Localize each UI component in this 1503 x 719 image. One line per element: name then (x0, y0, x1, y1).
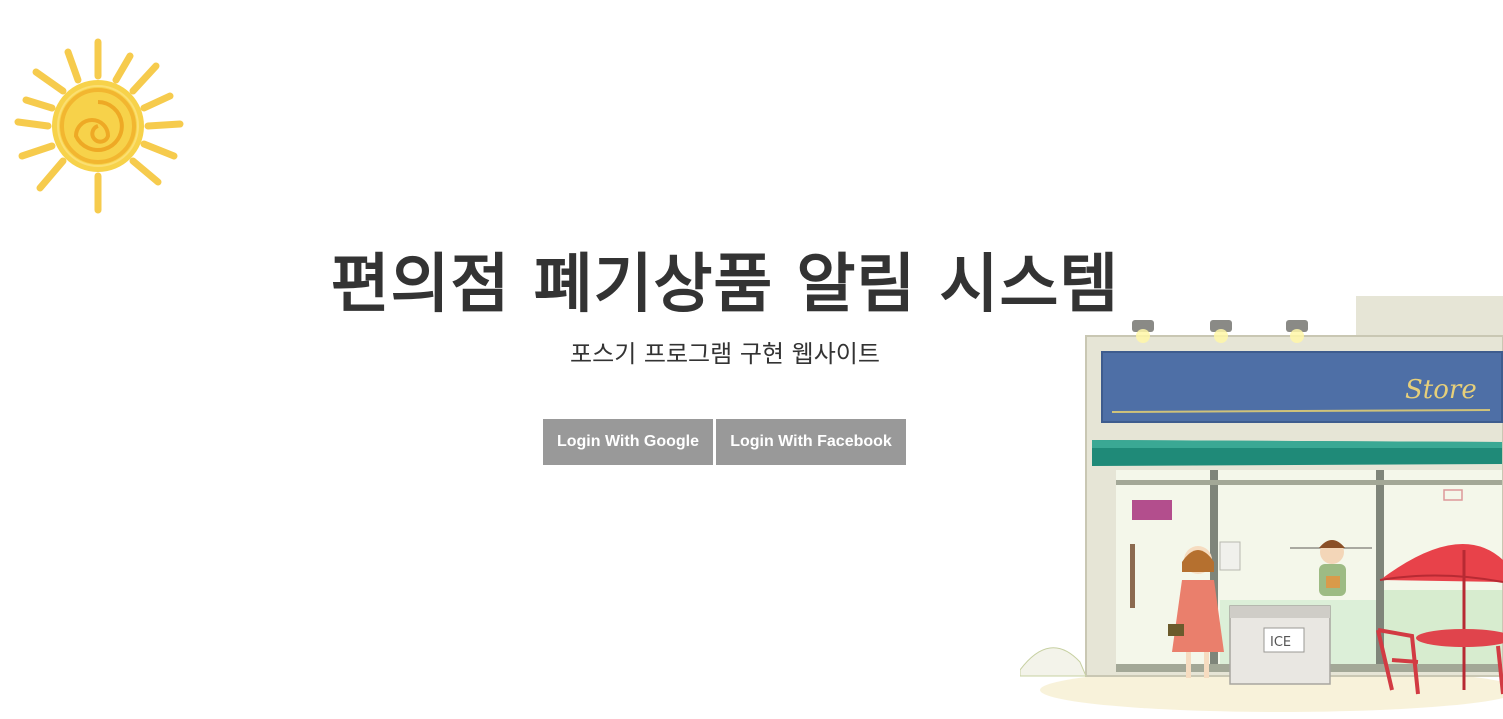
login-facebook-button[interactable]: Login With Facebook (716, 419, 906, 465)
freezer-label: ICE (1270, 635, 1291, 650)
store-illustration: Store ICE (1020, 296, 1503, 712)
store-sign-text: Store (1405, 375, 1477, 405)
sun-illustration (14, 38, 184, 214)
login-google-button[interactable]: Login With Google (543, 419, 713, 465)
